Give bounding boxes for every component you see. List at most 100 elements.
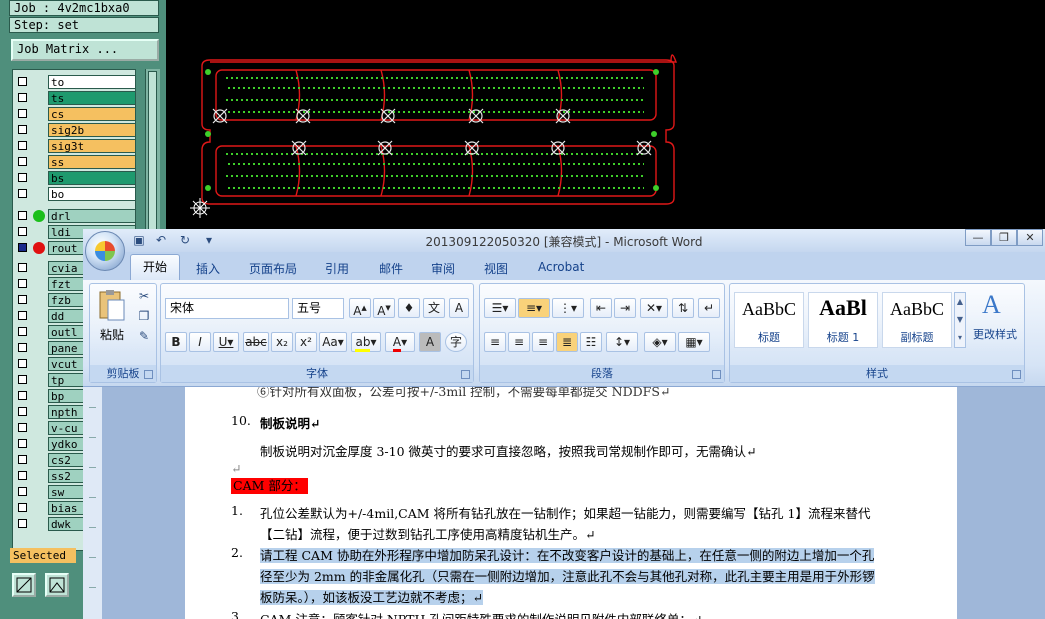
sort-button[interactable]: ⇅ [672,298,694,318]
clear-format-button[interactable]: ♦ [398,298,420,318]
layer-name[interactable]: cs [48,107,135,121]
minimize-button[interactable]: — [965,229,991,246]
show-marks-button[interactable]: ↵ [698,298,720,318]
layer-name[interactable]: bo [48,187,135,201]
bullets-button[interactable]: ☰▾ [484,298,516,318]
shrink-font-button[interactable]: A▼ [373,298,395,318]
document-page[interactable]: ⑥针对所有双面板，公差可按+/-3mil 控制，不需要每单都提交 NDDFS↵ … [185,387,957,619]
underline-button[interactable]: U▾ [213,332,239,352]
layer-checkbox[interactable] [18,109,27,118]
office-button[interactable] [85,231,125,271]
tab-insert[interactable]: 插入 [196,260,220,277]
customize-qat-icon[interactable]: ▾ [201,232,217,248]
layer-checkbox[interactable] [18,471,27,480]
measure-tool-button[interactable] [12,573,36,597]
snap-tool-button[interactable] [45,573,69,597]
close-button[interactable]: ✕ [1017,229,1043,246]
undo-icon[interactable]: ↶ [153,232,169,248]
borders-button[interactable]: ▦▾ [678,332,710,352]
layer-checkbox[interactable] [18,211,27,220]
layer-name[interactable]: sig3t [48,139,135,153]
justify-button[interactable]: ≣ [556,332,578,352]
layer-name[interactable]: ss [48,155,135,169]
strikethrough-button[interactable]: abc [243,332,269,352]
grow-font-button[interactable]: A▲ [349,298,371,318]
layer-checkbox[interactable] [18,375,27,384]
superscript-button[interactable]: x² [295,332,317,352]
align-left-button[interactable]: ≡ [484,332,506,352]
layer-checkbox[interactable] [18,391,27,400]
layer-checkbox[interactable] [18,77,27,86]
paragraph-launcher-icon[interactable] [712,370,721,379]
paste-button[interactable]: 粘贴 [94,288,130,348]
save-icon[interactable]: ▣ [131,232,147,248]
layer-checkbox[interactable] [18,455,27,464]
redo-icon[interactable]: ↻ [177,232,193,248]
layer-checkbox[interactable] [18,407,27,416]
font-size-combo[interactable]: 五号 [292,298,344,319]
styles-launcher-icon[interactable] [1012,370,1021,379]
layer-checkbox[interactable] [18,173,27,182]
change-styles-button[interactable]: A 更改样式 [968,288,1022,354]
layer-checkbox[interactable] [18,311,27,320]
clipboard-launcher-icon[interactable] [144,370,153,379]
font-color-button[interactable]: A▾ [385,332,415,352]
numbering-button[interactable]: ≡▾ [518,298,550,318]
layer-checkbox[interactable] [18,359,27,368]
layer-checkbox[interactable] [18,487,27,496]
shading-button[interactable]: ◈▾ [644,332,676,352]
tab-home[interactable]: 开始 [130,254,180,280]
distributed-button[interactable]: ☷ [580,332,602,352]
tab-view[interactable]: 视图 [484,260,508,277]
layer-checkbox[interactable] [18,189,27,198]
italic-button[interactable]: I [189,332,211,352]
layer-checkbox[interactable] [18,327,27,336]
layer-checkbox[interactable] [18,423,27,432]
style-heading-1[interactable]: AaBl 标题 1 [808,292,878,348]
tab-mailings[interactable]: 邮件 [379,260,403,277]
char-border-button[interactable]: A [449,298,469,318]
format-painter-icon[interactable]: ✎ [136,328,152,344]
change-case-button[interactable]: Aa▾ [319,332,347,352]
layer-checkbox[interactable] [18,439,27,448]
char-shading-button[interactable]: A [419,332,441,352]
font-name-combo[interactable]: 宋体 [165,298,289,319]
job-matrix-button[interactable]: Job Matrix ... [11,39,159,61]
bold-button[interactable]: B [165,332,187,352]
restore-button[interactable]: ❐ [991,229,1017,246]
tab-page-layout[interactable]: 页面布局 [249,260,297,277]
style-title[interactable]: AaBbC 标题 [734,292,804,348]
layer-row-drl[interactable]: drl [13,208,135,224]
layer-name[interactable]: sig2b [48,123,135,137]
layer-row-ts[interactable]: ts [13,90,135,106]
tab-references[interactable]: 引用 [325,260,349,277]
layer-row-bs[interactable]: bs [13,170,135,186]
asian-layout-button[interactable]: ✕▾ [640,298,668,318]
layer-row-to[interactable]: to [13,74,135,90]
multilevel-list-button[interactable]: ⋮▾ [552,298,584,318]
layer-row-sig3t[interactable]: sig3t [13,138,135,154]
tab-review[interactable]: 审阅 [431,260,455,277]
subscript-button[interactable]: x₂ [271,332,293,352]
styles-scroll[interactable]: ▲ ▼ ▾ [954,292,966,348]
layer-name[interactable]: drl [48,209,135,223]
style-subtitle[interactable]: AaBbC 副标题 [882,292,952,348]
layer-row-bo[interactable]: bo [13,186,135,202]
font-launcher-icon[interactable] [461,370,470,379]
phonetic-guide-button[interactable]: 文 [423,298,445,318]
layer-name[interactable]: to [48,75,135,89]
layer-checkbox[interactable] [18,243,27,252]
increase-indent-button[interactable]: ⇥ [614,298,636,318]
line-spacing-button[interactable]: ↕▾ [606,332,638,352]
highlight-button[interactable]: ab▾ [351,332,381,352]
layer-checkbox[interactable] [18,503,27,512]
decrease-indent-button[interactable]: ⇤ [590,298,612,318]
layer-checkbox[interactable] [18,263,27,272]
layer-name[interactable]: bs [48,171,135,185]
layer-row-cs[interactable]: cs [13,106,135,122]
tab-acrobat[interactable]: Acrobat [538,260,584,274]
enclose-char-button[interactable]: 字 [445,332,467,352]
layer-checkbox[interactable] [18,93,27,102]
layer-checkbox[interactable] [18,519,27,528]
layer-checkbox[interactable] [18,343,27,352]
